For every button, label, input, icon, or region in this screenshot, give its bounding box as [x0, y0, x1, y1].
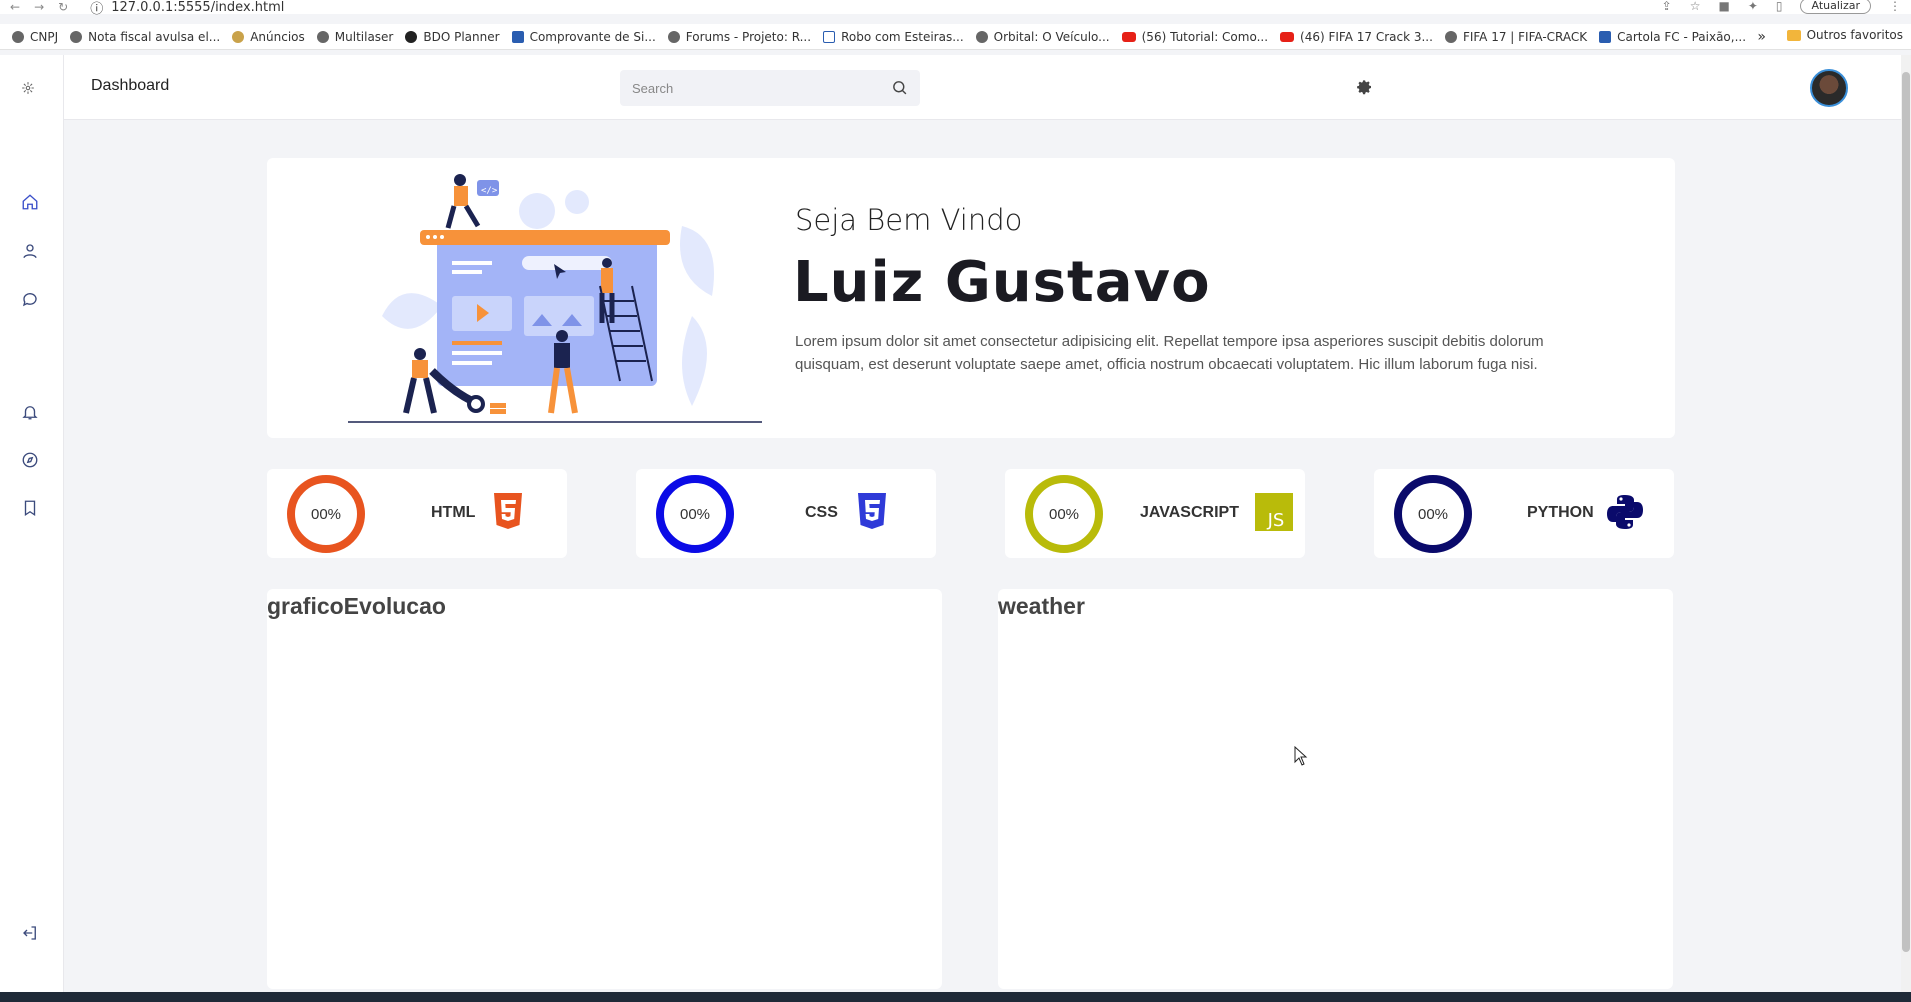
- bookmark-item[interactable]: (56) Tutorial: Como...: [1121, 30, 1268, 44]
- globe-icon: [232, 30, 245, 43]
- python-icon: [1607, 495, 1643, 529]
- css3-icon: [858, 493, 886, 529]
- share-icon[interactable]: ⇪: [1662, 0, 1672, 13]
- skill-card-html[interactable]: 00% HTML: [267, 469, 567, 558]
- progress-ring: 00%: [1025, 475, 1103, 553]
- html5-icon: [494, 493, 522, 529]
- reload-icon[interactable]: ↻: [58, 0, 68, 14]
- bookmark-item[interactable]: BDO Planner: [405, 30, 500, 44]
- progress-ring: 00%: [1394, 475, 1472, 553]
- mouse-cursor-icon: [1294, 746, 1308, 766]
- chat-icon[interactable]: [20, 289, 40, 309]
- folder-icon: [1786, 29, 1801, 41]
- progress-ring: 00%: [656, 475, 734, 553]
- skill-label: HTML: [431, 504, 476, 521]
- bookmark-item[interactable]: (46) FIFA 17 Crack 3...: [1280, 30, 1433, 44]
- bookmark-item[interactable]: Multilaser: [316, 30, 393, 44]
- search-input[interactable]: [620, 70, 870, 106]
- bookmark-icon[interactable]: [20, 498, 40, 518]
- globe-icon: [1599, 30, 1612, 43]
- globe-icon: [975, 30, 988, 43]
- menu-icon[interactable]: ⋮: [1889, 0, 1901, 13]
- scrollbar-thumb[interactable]: [1902, 72, 1910, 952]
- globe-icon: [12, 30, 24, 43]
- avatar[interactable]: [1810, 69, 1848, 107]
- browser-address-bar: ← → ↻ ⓘ 127.0.0.1:5555/index.html ⇪ ☆ ■ …: [0, 0, 1911, 17]
- globe-icon: [405, 30, 418, 43]
- other-bookmarks[interactable]: Outros favoritos: [1786, 28, 1903, 42]
- browser-nav: ← → ↻: [10, 0, 68, 14]
- bookmark-item[interactable]: Robo com Esteiras...: [823, 30, 964, 44]
- page-title: Dashboard: [91, 77, 170, 94]
- bookmark-item[interactable]: Comprovante de Si...: [511, 30, 656, 44]
- bookmark-item[interactable]: Forums - Projeto: R...: [667, 30, 811, 44]
- more-bookmarks-icon[interactable]: »: [1757, 29, 1766, 45]
- user-icon[interactable]: [20, 241, 40, 261]
- bookmark-item[interactable]: Orbital: O Veículo...: [975, 30, 1110, 44]
- welcome-text: Seja Bem Vindo: [795, 203, 1023, 237]
- back-icon[interactable]: ←: [10, 0, 20, 14]
- skill-card-css[interactable]: 00% CSS: [636, 469, 936, 558]
- update-button[interactable]: Atualizar: [1800, 0, 1871, 14]
- user-name: Luiz Gustavo: [793, 250, 1211, 315]
- topbar: Dashboard: [64, 55, 1901, 120]
- skill-label: CSS: [805, 504, 838, 521]
- svg-text:</>: </>: [481, 186, 498, 196]
- url-text: 127.0.0.1:5555/index.html: [111, 0, 285, 15]
- side-panel-icon[interactable]: ▯: [1776, 0, 1783, 13]
- developer-illustration-icon: </>: [348, 174, 762, 423]
- evolution-chart-panel: graficoEvolucao: [267, 589, 942, 989]
- welcome-card: </> Seja Bem Vindo Luiz Gustavo Lorem ip…: [267, 158, 1675, 438]
- compass-icon[interactable]: [20, 450, 40, 470]
- logo-icon[interactable]: [18, 78, 38, 98]
- skill-card-python[interactable]: 00% PYTHON: [1374, 469, 1674, 558]
- bookmarks-bar: CNPJ Nota fiscal avulsa el... Anúncios M…: [0, 24, 1911, 50]
- extension-icon[interactable]: ■: [1718, 0, 1729, 13]
- javascript-icon: JS: [1255, 493, 1293, 531]
- youtube-icon: [1280, 31, 1295, 42]
- progress-ring: 00%: [287, 475, 365, 553]
- skill-label: JAVASCRIPT: [1140, 504, 1239, 521]
- sidebar: [0, 55, 64, 992]
- home-icon[interactable]: [20, 192, 40, 212]
- url-field[interactable]: ⓘ 127.0.0.1:5555/index.html: [90, 0, 284, 17]
- globe-icon: [667, 30, 680, 43]
- globe-icon: [511, 30, 524, 43]
- panel-title: graficoEvolucao: [267, 593, 446, 619]
- logout-icon[interactable]: [20, 923, 40, 943]
- bookmark-item[interactable]: CNPJ: [12, 30, 58, 44]
- forward-icon[interactable]: →: [34, 0, 44, 14]
- puzzle-icon[interactable]: ✦: [1748, 0, 1758, 13]
- skill-label: PYTHON: [1527, 504, 1594, 521]
- search-icon[interactable]: [891, 79, 908, 100]
- globe-icon: [1444, 30, 1457, 43]
- bookmark-item[interactable]: FIFA 17 | FIFA-CRACK: [1444, 30, 1587, 44]
- star-icon[interactable]: ☆: [1690, 0, 1701, 13]
- info-icon[interactable]: ⓘ: [90, 0, 103, 17]
- skill-card-javascript[interactable]: 00% JAVASCRIPT JS: [1005, 469, 1305, 558]
- bell-icon[interactable]: [20, 402, 40, 422]
- browser-actions: ⇪ ☆ ■ ✦ ▯ Atualizar ⋮: [1662, 0, 1901, 14]
- gear-icon[interactable]: [1357, 79, 1373, 99]
- youtube-icon: [1121, 31, 1136, 42]
- svg-text:JS: JS: [1267, 510, 1285, 531]
- search-box: [620, 70, 920, 106]
- welcome-description: Lorem ipsum dolor sit amet consectetur a…: [795, 333, 1544, 373]
- globe-icon: [823, 30, 836, 43]
- panel-title: weather: [998, 593, 1085, 619]
- bookmark-item[interactable]: Nota fiscal avulsa el...: [70, 30, 220, 44]
- weather-panel: weather: [998, 589, 1673, 989]
- bookmark-item[interactable]: Cartola FC - Paixão,...: [1599, 30, 1746, 44]
- globe-icon: [70, 30, 83, 43]
- bookmark-item[interactable]: Anúncios: [232, 30, 305, 44]
- taskbar: [0, 992, 1911, 1002]
- globe-icon: [316, 30, 329, 43]
